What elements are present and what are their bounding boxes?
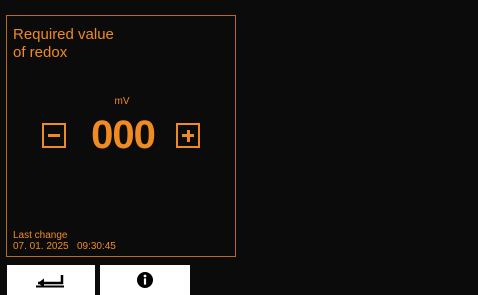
- info-icon: [136, 271, 154, 289]
- last-change-label: Last change: [13, 230, 68, 241]
- panel-title: Required value of redox: [13, 26, 114, 62]
- last-change-timestamp: 07. 01. 2025 09:30:45: [13, 241, 116, 252]
- last-change-info: Last change 07. 01. 2025 09:30:45: [13, 230, 116, 252]
- return-arrow-icon: [33, 272, 69, 288]
- redox-setpoint-panel: Required value of redox mV 000 Last chan…: [6, 15, 236, 257]
- panel-title-line1: Required value: [13, 26, 114, 43]
- panel-title-line2: of redox: [13, 44, 68, 61]
- plus-icon: [178, 125, 198, 146]
- redox-value: 000: [91, 113, 156, 157]
- minus-icon: [48, 134, 60, 137]
- decrement-button[interactable]: [42, 123, 66, 148]
- increment-button[interactable]: [176, 123, 200, 148]
- unit-label: mV: [114, 96, 130, 107]
